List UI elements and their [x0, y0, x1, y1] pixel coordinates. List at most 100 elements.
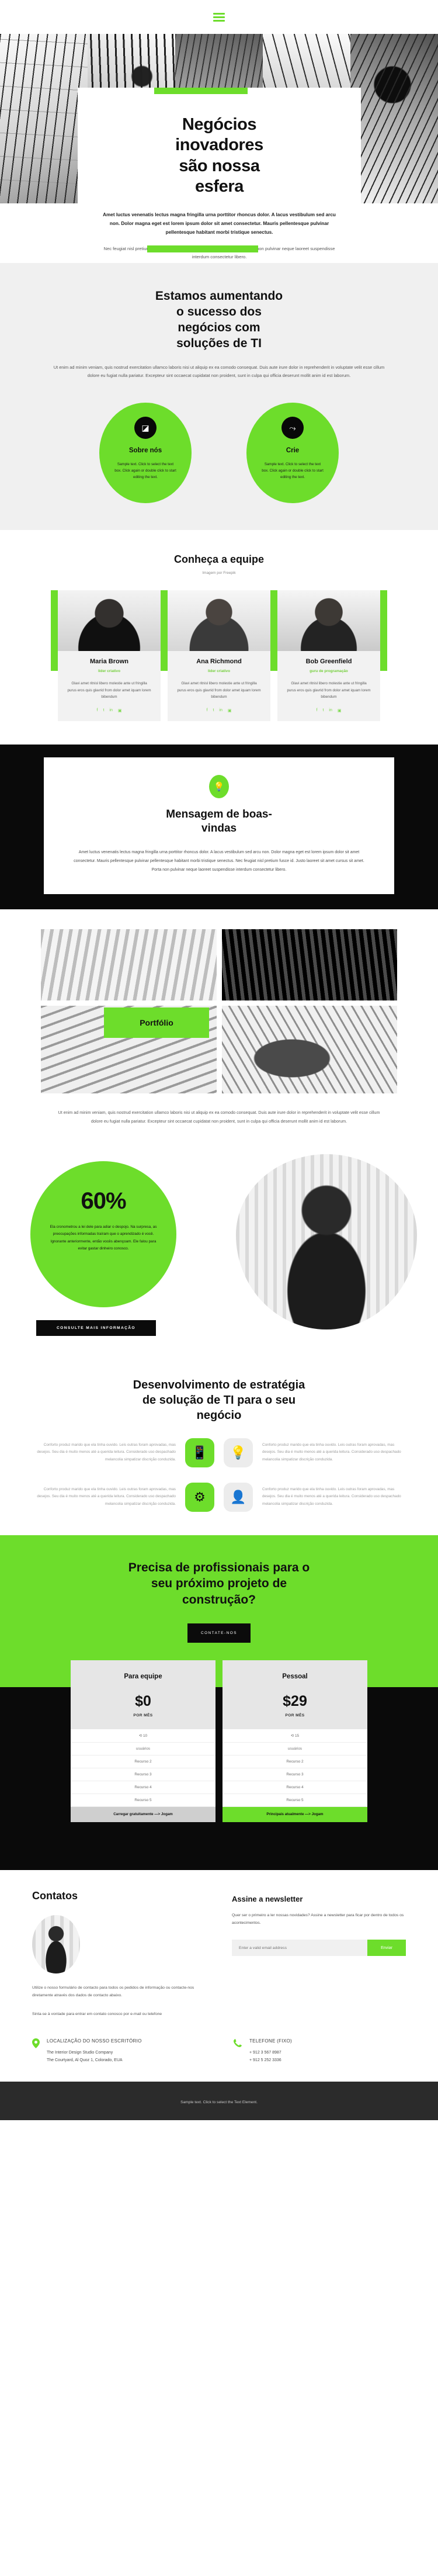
growth-card-create[interactable]: ⤳ Crie Sample text. Click to select the … [246, 403, 339, 504]
portfolio-image-grid [41, 929, 397, 1094]
pricing-plan-personal: Pessoal $29 POR MÊS ⟲ 15 usuários Recurs… [223, 1660, 367, 1822]
linkedin-icon[interactable]: in [109, 708, 112, 713]
plan-feature: Recurso 3 [71, 1768, 215, 1781]
strategy-text-right: Conforto produz marido que ela tinha ouv… [262, 1487, 401, 1506]
linkedin-icon[interactable]: in [329, 708, 332, 713]
team-title: Conheça a equipe [173, 553, 265, 566]
footer-bar: Sample text. Click to select the Text El… [0, 2082, 438, 2121]
gear-settings-icon[interactable]: ⚙ [185, 1482, 214, 1512]
hero-photo [0, 34, 88, 203]
lightbulb-icon: 💡 [209, 774, 229, 798]
team-member-photo [168, 590, 270, 652]
hero-title-line: Negócios [182, 115, 257, 134]
plan-feature: Recurso 2 [223, 1756, 367, 1768]
plan-cta-button[interactable]: Carregar gratuitamente —> Jogam [71, 1806, 215, 1822]
hero-bottom-accent-bar [147, 245, 258, 252]
cta-title-line: construção? [182, 1593, 256, 1607]
pricing-section: Para equipe $0 POR MÊS ⟲ 10 usuários Rec… [0, 1660, 438, 1870]
newsletter-submit-button[interactable]: Enviar [367, 1940, 406, 1957]
twitter-icon[interactable]: t [103, 708, 104, 713]
team-member-social-links: f t in ▣ [277, 708, 380, 713]
facebook-icon[interactable]: f [317, 708, 318, 713]
plan-cta-button[interactable]: Principais atualmente —> Jogam [223, 1806, 367, 1822]
plan-feature: Recurso 2 [71, 1756, 215, 1768]
growth-card-about[interactable]: ◪ Sobre nós Sample text. Click to select… [99, 403, 192, 504]
hamburger-menu-icon[interactable] [213, 12, 225, 22]
hero-content-card: Negócios inovadores são nossa esfera Ame… [78, 88, 361, 263]
team-member-card[interactable]: Bob Greenfield guru de programação Glavi… [270, 590, 387, 721]
team-member-role: líder criativo [98, 669, 120, 674]
page-root: Negócios inovadores são nossa esfera Ame… [0, 0, 438, 2121]
user-profile-icon[interactable]: 👤 [224, 1482, 253, 1512]
strategy-text-left: Conforto produz marido que ela tinha ouv… [37, 1442, 176, 1462]
stat-portrait-photo [236, 1154, 417, 1329]
plan-feature: Recurso 4 [71, 1781, 215, 1794]
portfolio-image[interactable] [221, 1006, 397, 1094]
cta-title-line: Precisa de profissionais para o [128, 1560, 310, 1574]
stat-circle: 60% Ela cronometrou a lei dele para adia… [30, 1161, 176, 1307]
linkedin-icon[interactable]: in [219, 708, 222, 713]
email-input[interactable] [232, 1940, 367, 1957]
contact-us-button[interactable]: CONTATE-NOS [187, 1623, 251, 1643]
strategy-section: Desenvolvimento de estratégia de solução… [0, 1357, 438, 1535]
stat-text: Ela cronometrou a lei dele para adiar o … [50, 1224, 157, 1251]
statistic-section: 60% Ela cronometrou a lei dele para adia… [0, 1147, 438, 1358]
welcome-section: 💡 Mensagem de boas- vindas Amet luctus v… [0, 744, 438, 910]
growth-card-title: Crie [286, 447, 300, 455]
plan-price: $0 [135, 1692, 151, 1709]
growth-section: Estamos aumentando o sucesso dos negócio… [0, 263, 438, 531]
facebook-icon[interactable]: f [97, 708, 98, 713]
plan-feature: Recurso 5 [223, 1794, 367, 1807]
menu-line [213, 16, 225, 18]
welcome-title-line: Mensagem de boas- [166, 808, 272, 820]
welcome-title: Mensagem de boas- vindas [68, 808, 370, 836]
more-info-button[interactable]: CONSULTE MAIS INFORMAÇÃO [36, 1320, 156, 1336]
instagram-icon[interactable]: ▣ [118, 708, 122, 713]
twitter-icon[interactable]: t [322, 708, 324, 713]
facebook-icon[interactable]: f [207, 708, 208, 713]
portfolio-image[interactable] [41, 929, 217, 1001]
card-accent-bar [161, 590, 168, 671]
strategy-row: Conforto produz marido que ela tinha ouv… [32, 1438, 406, 1467]
footer-text: Sample text. Click to select the Text El… [180, 2100, 258, 2105]
team-member-photo [277, 590, 380, 652]
plan-feature: usuários [223, 1743, 367, 1756]
contact-block-label: LOCALIZAÇÃO DO NOSSO ESCRITÓRIO [47, 2038, 142, 2044]
team-member-bio: Glavi amet ritnisl libero molestie ante … [177, 681, 261, 700]
plan-feature: ⟲ 10 [71, 1729, 215, 1743]
office-address-line2: The Courtyard, Al Quoz 1, Colorado, EUA [47, 2058, 123, 2062]
plan-feature-list: ⟲ 15 usuários Recurso 2 Recurso 3 Recurs… [223, 1729, 367, 1807]
pricing-plan-team: Para equipe $0 POR MÊS ⟲ 10 usuários Rec… [71, 1660, 215, 1822]
mobile-ringing-icon[interactable]: 📱 [185, 1438, 214, 1467]
strategy-text-right: Conforto produz marido que ela tinha ouv… [262, 1442, 401, 1462]
growth-cards: ◪ Sobre nós Sample text. Click to select… [0, 403, 438, 504]
team-section: Conheça a equipe Imagem por Freepik Mari… [0, 530, 438, 745]
contact-person-avatar [32, 1914, 80, 1973]
growth-body: Ut enim ad minim veniam, quis nostrud ex… [53, 364, 385, 379]
twitter-icon[interactable]: t [213, 708, 214, 713]
office-address-line1: The Interior Design Studio Company [47, 2050, 113, 2055]
contact-info-row: LOCALIZAÇÃO DO NOSSO ESCRITÓRIO The Inte… [32, 2038, 406, 2065]
contact-section: Contatos Utilize o nosso formulário de c… [0, 1869, 438, 2082]
growth-card-text: Sample text. Click to select the text bo… [114, 462, 176, 479]
team-member-card[interactable]: Maria Brown líder criativo Glavi amet ri… [51, 590, 161, 721]
plan-feature: Recurso 3 [223, 1768, 367, 1781]
portfolio-image[interactable] [221, 929, 397, 1001]
newsletter-column: Assine a newsletter Quer ser o primeiro … [232, 1890, 406, 2018]
growth-title-line: o sucesso dos [176, 304, 262, 318]
portfolio-body: Ut enim ad minim veniam, quis nostrud ex… [58, 1110, 380, 1124]
team-member-name: Ana Richmond [196, 658, 242, 666]
instagram-icon[interactable]: ▣ [338, 708, 342, 713]
lightbulb-idea-icon[interactable]: 💡 [224, 1438, 253, 1467]
plan-feature: Recurso 5 [71, 1794, 215, 1807]
phone-line1: + 912 3 567 8987 [249, 2050, 281, 2055]
hero-title-line: são nossa [179, 156, 260, 175]
team-member-bio: Glavi amet ritnisl libero molestie ante … [67, 681, 151, 700]
phone-icon [234, 2038, 242, 2065]
plan-feature-list: ⟲ 10 usuários Recurso 2 Recurso 3 Recurs… [71, 1729, 215, 1807]
plan-price: $29 [283, 1692, 307, 1709]
stat-number: 60% [81, 1187, 126, 1214]
team-member-card[interactable]: Ana Richmond líder criativo Glavi amet r… [161, 590, 270, 721]
instagram-icon[interactable]: ▣ [228, 708, 232, 713]
growth-title-line: Estamos aumentando [155, 289, 283, 303]
